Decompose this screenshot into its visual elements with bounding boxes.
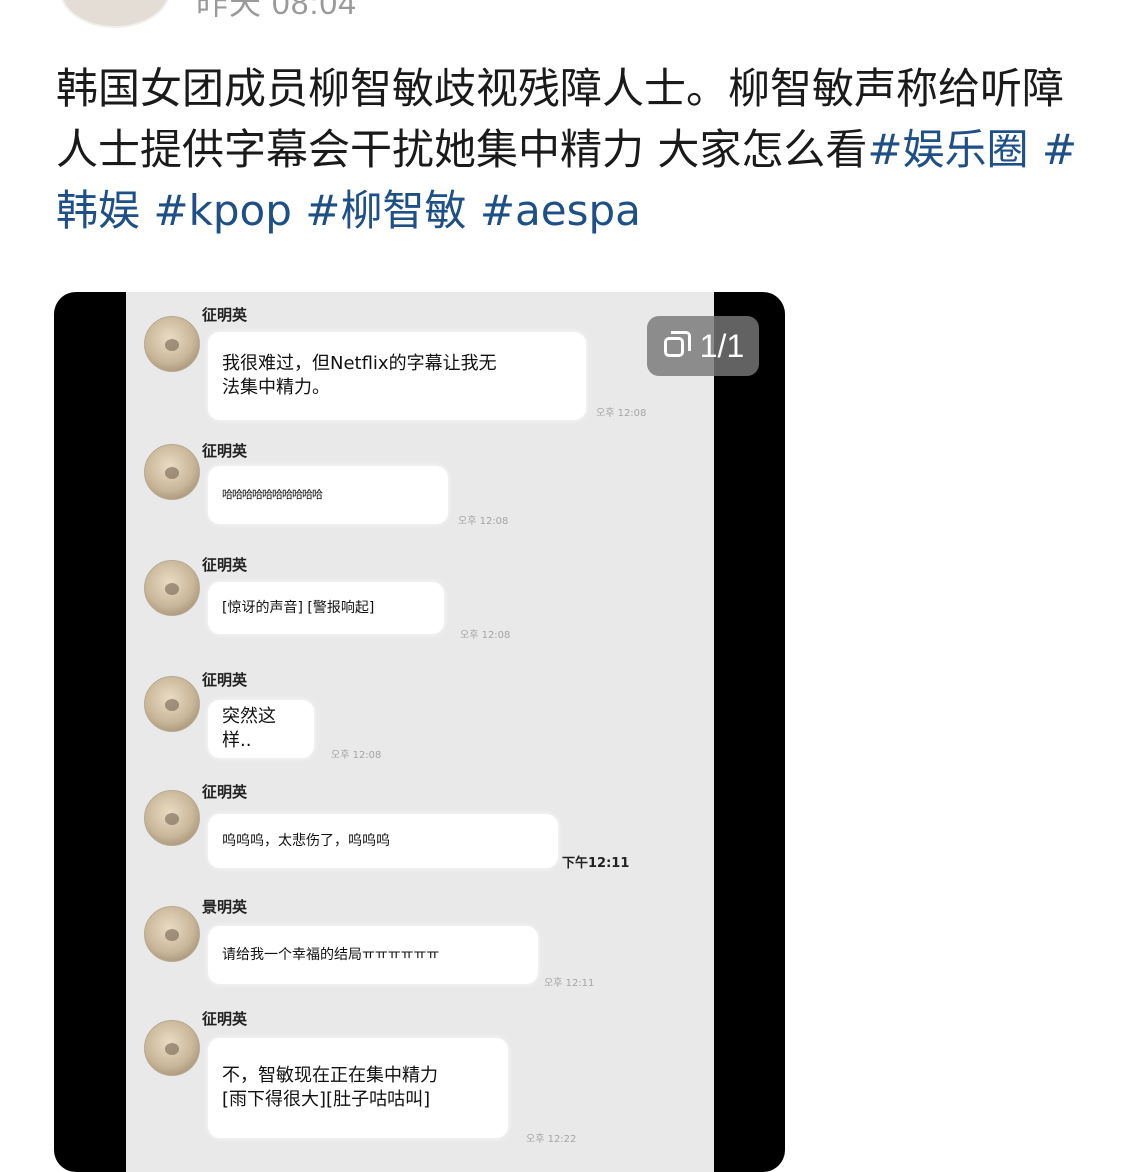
avatar xyxy=(144,906,200,962)
post-timestamp: 昨天 08:04 xyxy=(196,0,357,21)
gallery-icon xyxy=(662,331,692,361)
sender-name: 征明英 xyxy=(202,1010,248,1028)
user-avatar[interactable] xyxy=(60,0,170,28)
image-counter: 1/1 xyxy=(699,327,745,364)
message-bubble: 请给我一个幸福的结局ㅠㅠㅠㅠㅠㅠ xyxy=(208,926,538,984)
message-time: 오후 12:08 xyxy=(460,630,511,641)
message-bubble: 哈哈哈哈哈哈哈哈哈哈 xyxy=(208,466,448,524)
message-bubble: [惊讶的声音] [警报响起] xyxy=(208,582,444,634)
message-time: 오후 12:11 xyxy=(544,978,595,989)
avatar xyxy=(144,790,200,846)
message-bubble: 不，智敏现在正在集中精力 [雨下得很大][肚子咕咕叫] xyxy=(208,1038,508,1138)
message-bubble: 我很难过，但Netflix的字幕让我无 法集中精力。 xyxy=(208,332,586,420)
post-image[interactable]: 征明英 我很难过，但Netflix的字幕让我无 法集中精力。 오후 12:08 … xyxy=(54,292,785,1172)
avatar xyxy=(144,444,200,500)
post-text: 韩国女团成员柳智敏歧视残障人士。柳智敏声称给听障人士提供字幕会干扰她集中精力 大… xyxy=(56,58,1096,241)
message-bubble: 突然这样.. xyxy=(208,700,314,758)
chat-screenshot: 征明英 我很难过，但Netflix的字幕让我无 法集中精力。 오후 12:08 … xyxy=(126,292,714,1172)
message-time: 오후 12:22 xyxy=(526,1134,577,1145)
avatar xyxy=(144,560,200,616)
avatar xyxy=(144,316,200,372)
sender-name: 征明英 xyxy=(202,306,248,324)
hashtag-karina[interactable]: #柳智敏 xyxy=(305,186,466,235)
sender-name: 征明英 xyxy=(202,442,248,460)
image-counter-badge[interactable]: 1/1 xyxy=(647,316,759,376)
avatar xyxy=(144,1020,200,1076)
avatar xyxy=(144,676,200,732)
sender-name: 征明英 xyxy=(202,671,248,689)
sender-name: 征明英 xyxy=(202,783,248,801)
sender-name: 景明英 xyxy=(202,898,248,916)
message-bubble: 呜呜呜，太悲伤了，呜呜呜 xyxy=(208,814,558,868)
message-time: 오후 12:08 xyxy=(458,516,509,527)
hashtag-aespa[interactable]: #aespa xyxy=(480,186,641,235)
sender-name: 征明英 xyxy=(202,556,248,574)
message-time: 오후 12:08 xyxy=(596,408,647,419)
message-time: 오후 12:08 xyxy=(331,750,382,761)
hashtag-entertainment[interactable]: #娱乐圈 xyxy=(867,125,1028,174)
message-time: 下午12:11 xyxy=(562,856,630,871)
hashtag-kpop[interactable]: #kpop xyxy=(153,186,292,235)
